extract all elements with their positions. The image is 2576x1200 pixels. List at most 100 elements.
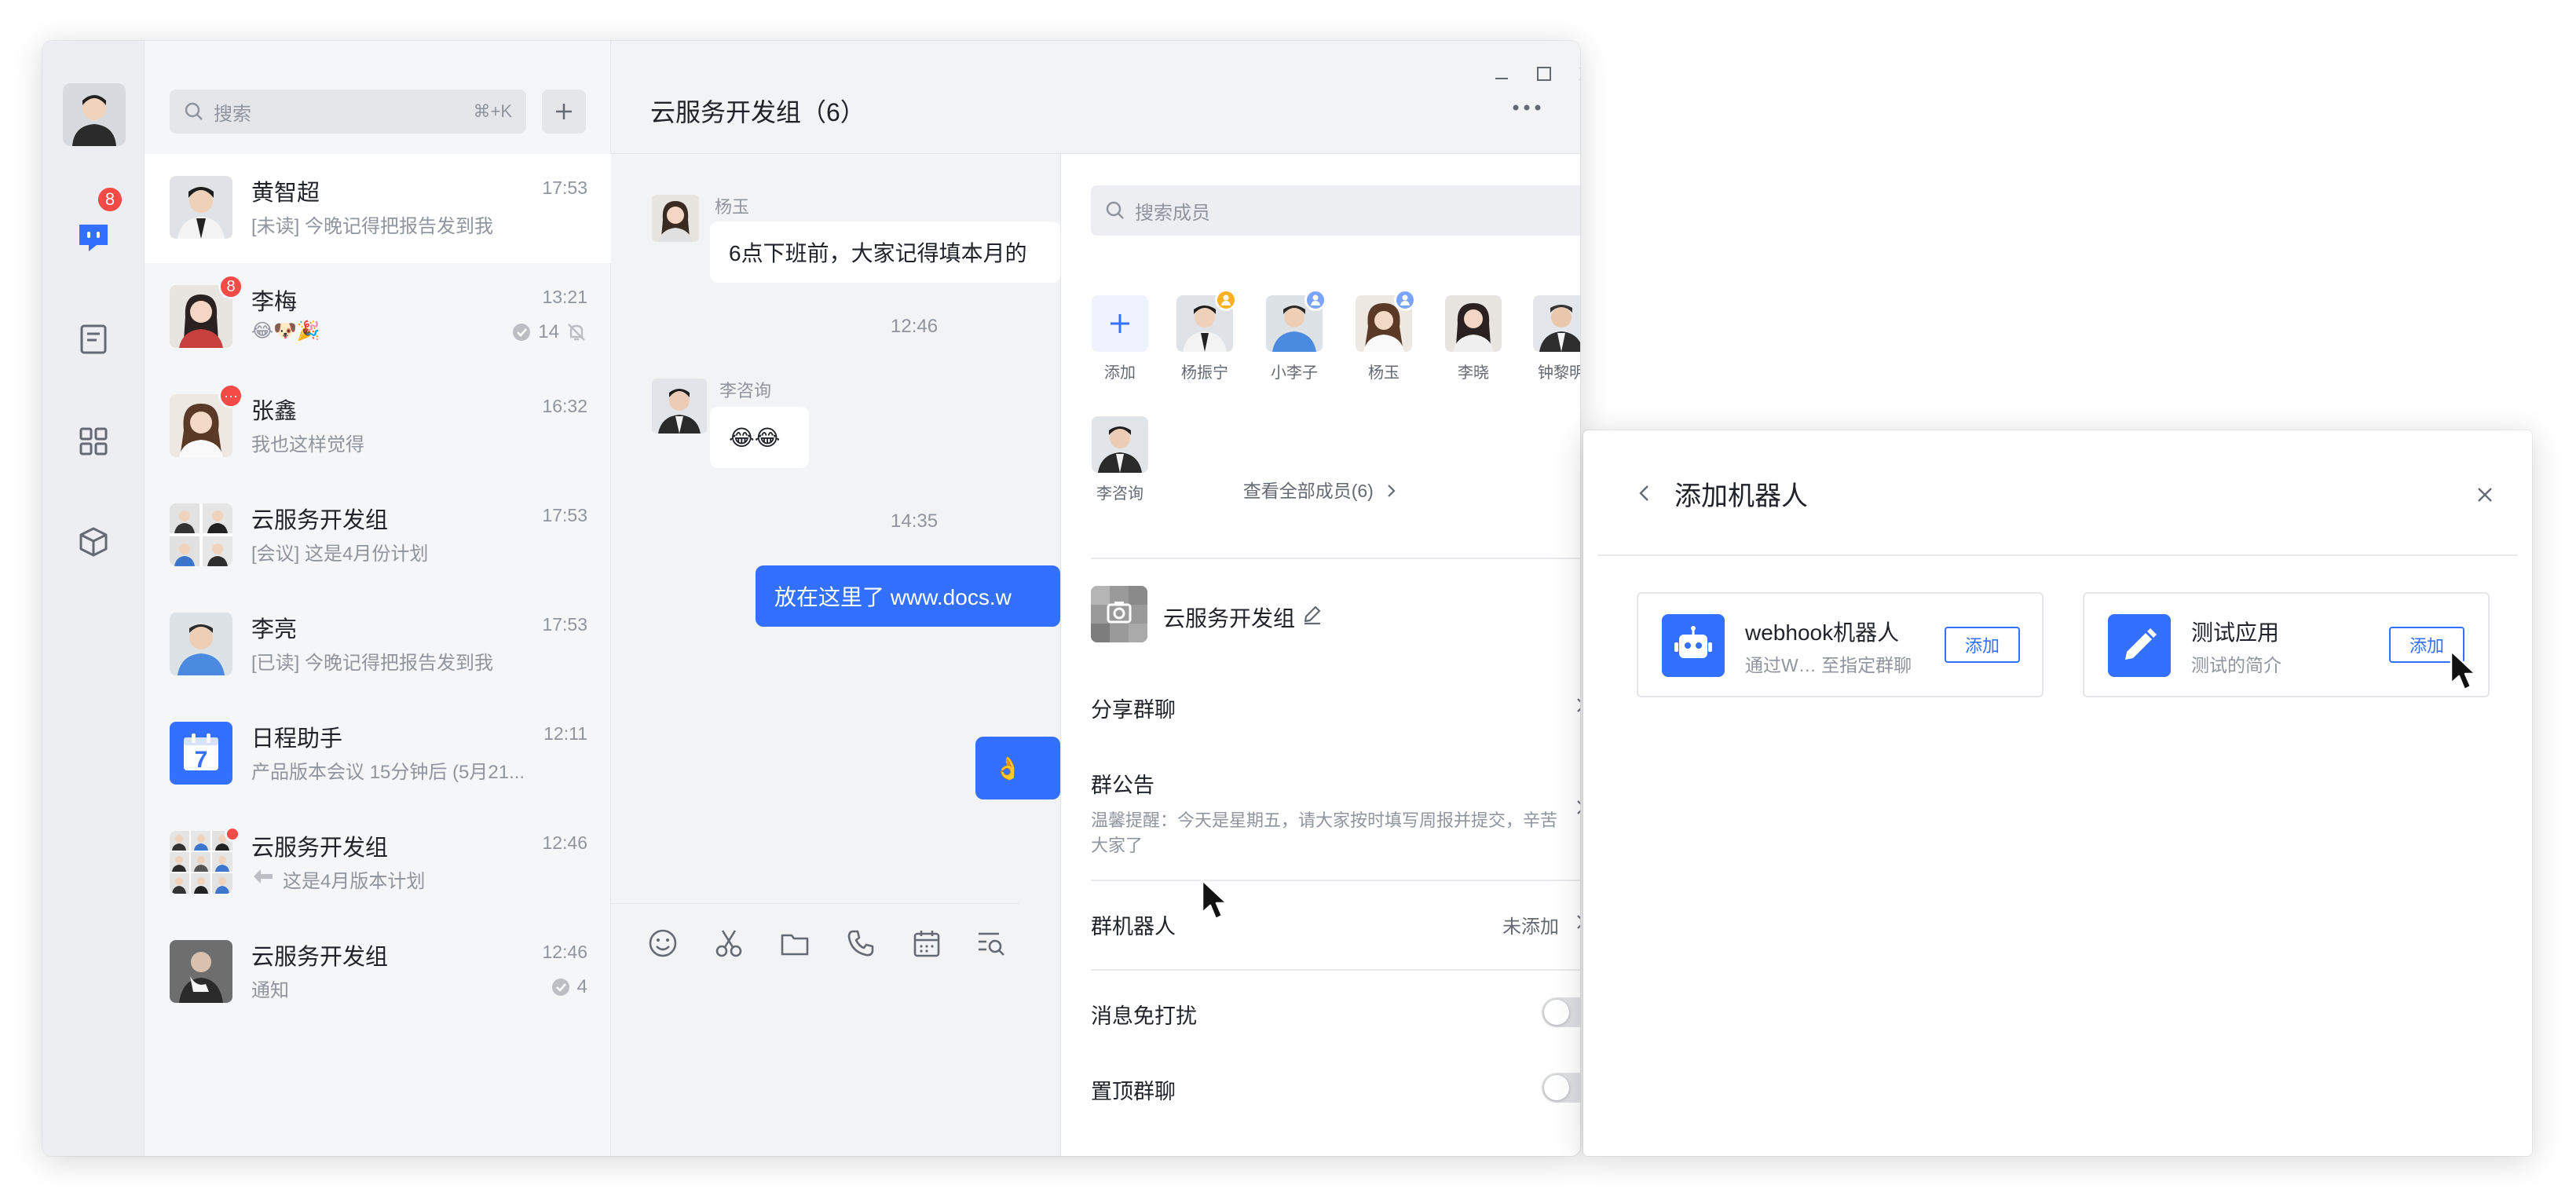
group-notice-row[interactable]: 群公告 温馨提醒：今天是星期五，请大家按时填写周报并提交，辛苦大家了 (1091, 768, 1580, 855)
conversation-preview: 😂🐶🎉 (251, 320, 320, 342)
robot-name: webhook机器人 (1745, 620, 1900, 645)
back-chevron-icon[interactable] (1634, 482, 1656, 504)
member-item[interactable]: 杨振宁 (1169, 289, 1240, 382)
group-name-row[interactable]: 云服务开发组 (1091, 586, 1580, 649)
conversation-time: 12:11 (543, 723, 587, 744)
conversation-item[interactable]: 7 日程助手 12:11 产品版本会议 15分钟后 (5月21... (145, 700, 611, 809)
messages-icon[interactable] (70, 214, 117, 261)
search-input[interactable]: 搜索 ⌘+K (170, 90, 526, 134)
share-group-row[interactable]: 分享群聊 (1091, 693, 1580, 732)
input-toolbar (611, 903, 1019, 997)
member-search-input[interactable]: 搜索成员 (1091, 185, 1580, 236)
avatar (1533, 295, 1580, 352)
member-item[interactable]: 钟黎明 (1526, 295, 1580, 382)
scissors-icon[interactable] (712, 926, 746, 960)
emoji-icon[interactable] (646, 926, 680, 960)
add-button[interactable] (542, 90, 586, 134)
message-bubble[interactable]: 😂😂 (710, 407, 809, 468)
more-icon[interactable] (1511, 102, 1542, 116)
conversation-name: 李亮 (251, 617, 298, 642)
group-notice-text: 温馨提醒：今天是星期五，请大家按时填写周报并提交，辛苦大家了 (1091, 810, 1558, 855)
group-avatar (170, 831, 232, 894)
search-history-icon[interactable] (974, 926, 1008, 960)
conversation-time: 13:21 (542, 287, 587, 307)
conversation-time: 16:32 (542, 396, 587, 416)
conversation-item[interactable]: ··· 张鑫 16:32 我也这样觉得 (145, 372, 611, 481)
mute-toggle[interactable] (1542, 997, 1580, 1027)
member-item[interactable]: 杨玉 (1348, 289, 1419, 382)
conversation-preview: 通知 (251, 980, 289, 1001)
robot-icon (1662, 614, 1725, 677)
group-notice-label: 群公告 (1091, 774, 1154, 797)
robot-card-webhook[interactable]: webhook机器人 通过W… 至指定群聊 添加 (1637, 592, 2044, 697)
conversation-item[interactable]: 8 李梅 13:21 😂🐶🎉 14 (145, 263, 611, 372)
conversation-item[interactable]: 云服务开发组 12:46 这是4月版本计划 (145, 809, 611, 918)
owner-badge-icon (1215, 289, 1237, 311)
message-timestamp: 14:35 (891, 510, 939, 532)
cube-icon[interactable] (70, 518, 117, 565)
read-count: 14 (538, 321, 559, 342)
add-robot-button[interactable]: 添加 (1945, 627, 2020, 663)
divider (1091, 558, 1580, 559)
mute-bell-icon (568, 324, 585, 341)
conversation-preview: [已读] 今晚记得把报告发到我 (251, 653, 494, 674)
pin-toggle[interactable] (1542, 1073, 1580, 1103)
edit-pencil-icon[interactable] (1301, 603, 1323, 625)
read-count: 4 (576, 976, 587, 997)
robot-desc: 通过W… 至指定群聊 (1745, 655, 1912, 675)
member-item[interactable]: 小李子 (1259, 289, 1330, 382)
add-robot-dialog: 添加机器人 webhook机器人 通过W… 至指定群聊 添加 测试应用 测试的简… (1583, 430, 2532, 1156)
toggle-knob (1544, 1075, 1569, 1100)
robot-card-test-app[interactable]: 测试应用 测试的简介 添加 (2083, 592, 2490, 697)
pin-label: 置顶群聊 (1091, 1080, 1176, 1103)
phone-icon[interactable] (843, 926, 878, 960)
minimize-icon[interactable] (1486, 58, 1517, 90)
conversation-preview: 我也这样觉得 (251, 434, 364, 455)
mouse-cursor-icon (2450, 649, 2477, 691)
view-all-members-link[interactable]: 查看全部成员(6) (1061, 476, 1580, 503)
message-bubble[interactable]: 6点下班前，大家记得填本月的 (710, 221, 1060, 283)
add-member-button[interactable]: 添加 (1085, 295, 1155, 382)
group-avatar (170, 503, 232, 566)
conversation-list: 搜索 ⌘+K 黄智超 17:53 [未读] 今晚记得把报告发到我 8 李梅 13… (145, 41, 611, 1156)
conversation-meta: 14 (511, 321, 587, 343)
conversation-preview: [未读] 今晚记得把报告发到我 (251, 216, 494, 237)
message-sender: 李咨询 (719, 381, 772, 401)
close-icon[interactable] (2474, 484, 2496, 506)
avatar (170, 176, 232, 239)
conversation-name: 李梅 (251, 290, 298, 315)
avatar (1092, 416, 1148, 473)
message-bubble[interactable]: 👌 (975, 737, 1060, 799)
conversation-name: 日程助手 (251, 726, 343, 752)
apps-icon[interactable] (70, 418, 117, 465)
close-icon[interactable] (1571, 58, 1580, 90)
search-shortcut: ⌘+K (473, 101, 512, 121)
chevron-right-icon (1388, 485, 1396, 497)
member-name: 李晓 (1458, 364, 1489, 382)
conversation-time: 12:46 (542, 942, 587, 962)
messages-badge: 8 (96, 185, 124, 214)
conversation-item[interactable]: 李亮 17:53 [已读] 今晚记得把报告发到我 (145, 591, 611, 700)
conversation-name: 云服务开发组 (251, 945, 389, 970)
message-bubble[interactable]: 放在这里了 www.docs.w (756, 565, 1060, 627)
admin-badge-icon (1394, 289, 1416, 311)
conversation-preview: 产品版本会议 15分钟后 (5月21... (251, 762, 525, 783)
calendar-icon[interactable] (909, 926, 944, 960)
docs-icon[interactable] (70, 316, 117, 363)
chevron-right-icon (1577, 915, 1580, 929)
folder-icon[interactable] (778, 926, 812, 960)
maximize-icon[interactable] (1528, 58, 1560, 90)
group-avatar[interactable] (1091, 586, 1147, 642)
my-avatar[interactable] (63, 83, 126, 146)
group-robot-row[interactable]: 群机器人 未添加 (1091, 909, 1580, 949)
conversation-item[interactable]: 云服务开发组 12:46 通知 4 (145, 918, 611, 1027)
member-item[interactable]: 李晓 (1438, 295, 1509, 382)
chevron-right-icon (1577, 698, 1580, 712)
group-settings-panel: 搜索成员 添加 杨振宁 小李子 杨玉 李晓 钟黎明 李咨询 查看全部成员(6) … (1060, 154, 1580, 1156)
share-group-label: 分享群聊 (1091, 698, 1176, 722)
chat-header: 云服务开发组（6） (611, 41, 1580, 154)
conversation-name: 黄智超 (251, 181, 320, 206)
conversation-name: 张鑫 (251, 399, 298, 424)
conversation-item[interactable]: 黄智超 17:53 [未读] 今晚记得把报告发到我 (145, 154, 611, 263)
conversation-item[interactable]: 云服务开发组 17:53 [会议] 这是4月份计划 (145, 481, 611, 591)
